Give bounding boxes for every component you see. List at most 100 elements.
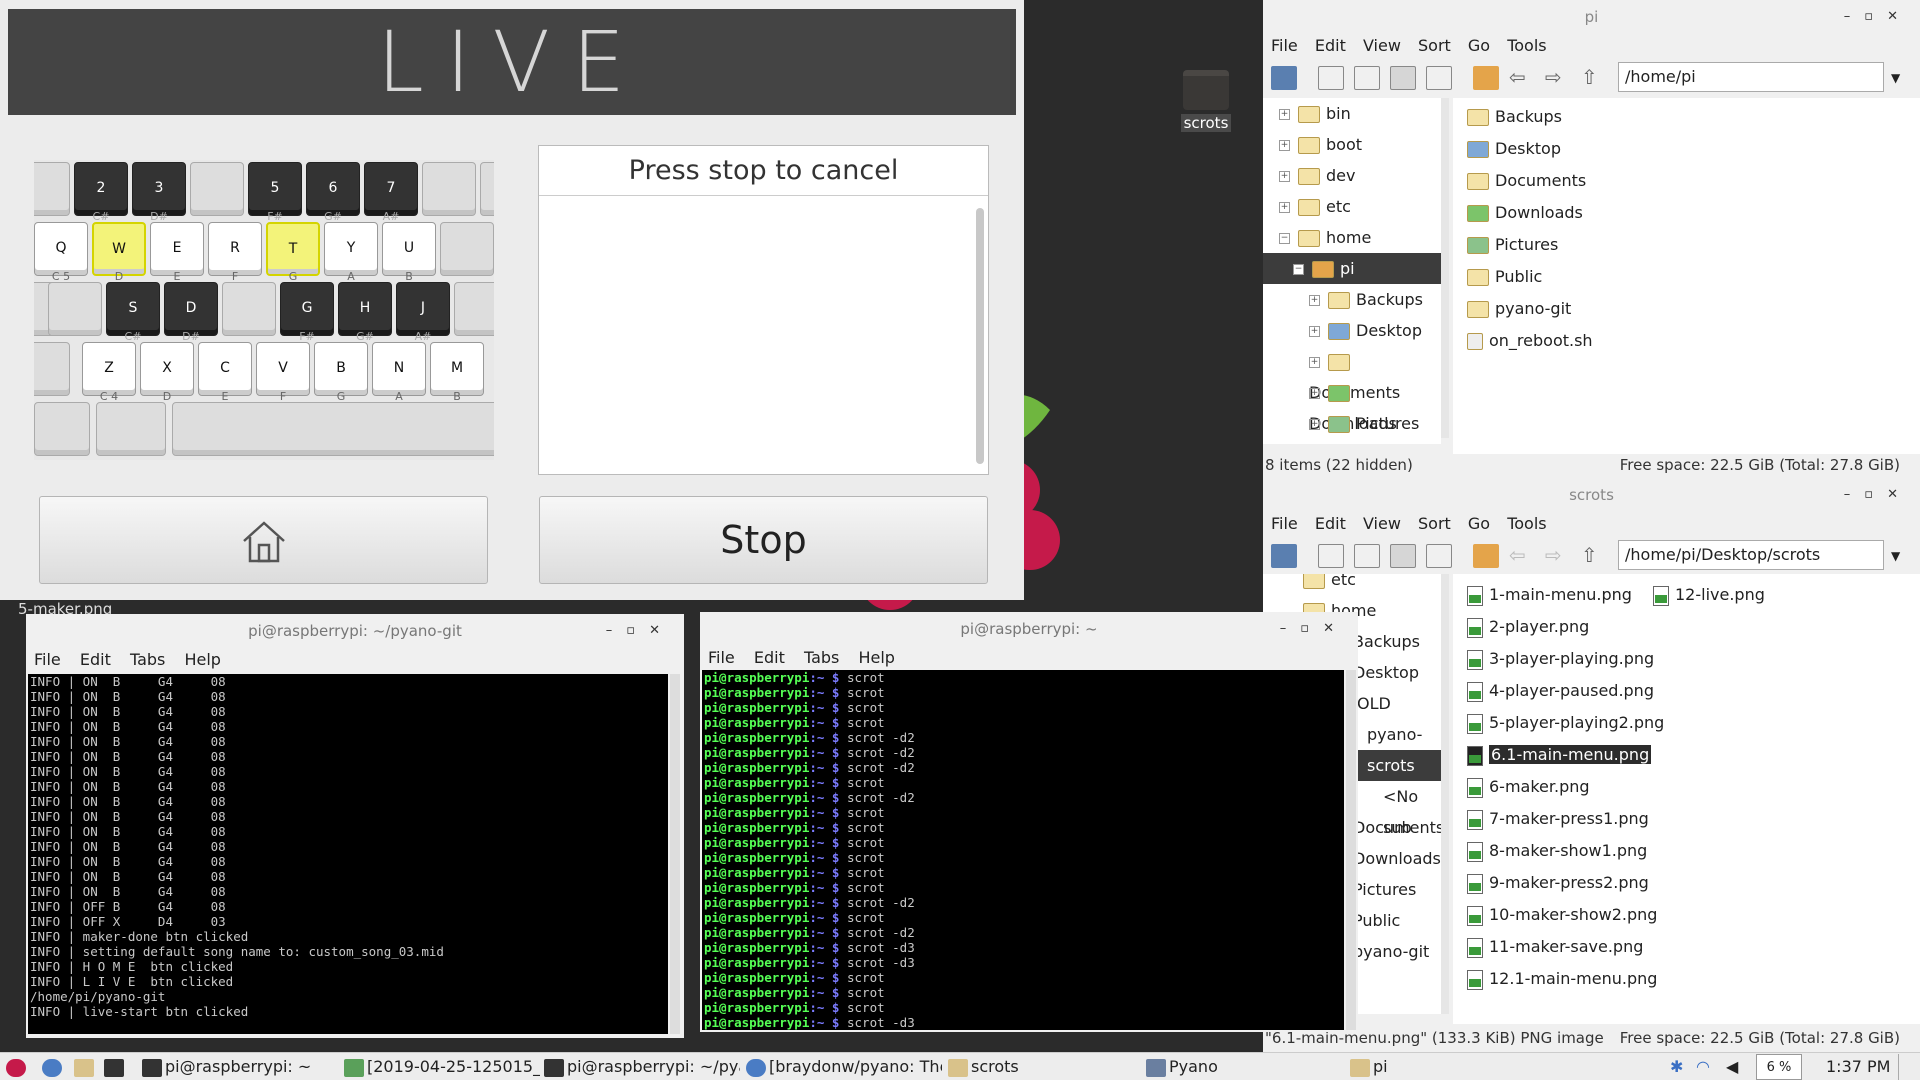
- task-scrots-folder[interactable]: scrots: [948, 1054, 1138, 1080]
- tree-item[interactable]: etc: [1263, 574, 1441, 595]
- volume-icon[interactable]: ◀: [1726, 1054, 1746, 1080]
- icon-view-icon[interactable]: [1318, 66, 1344, 90]
- forward-icon[interactable]: ⇨: [1545, 544, 1571, 568]
- menu-tools[interactable]: Tools: [1507, 36, 1546, 55]
- tree-item-selected[interactable]: − pi: [1263, 253, 1441, 284]
- tree-item[interactable]: + Pictures: [1263, 408, 1441, 439]
- menu-go[interactable]: Go: [1468, 36, 1490, 55]
- list-item[interactable]: on_reboot.sh: [1467, 328, 1593, 354]
- menu-tools[interactable]: Tools: [1507, 514, 1546, 533]
- tree-item[interactable]: + boot: [1263, 129, 1441, 160]
- tree-item[interactable]: − home: [1263, 222, 1441, 253]
- home-button[interactable]: [39, 496, 488, 584]
- list-item[interactable]: 7-maker-press1.png: [1467, 806, 1649, 832]
- list-item[interactable]: Pictures: [1467, 232, 1558, 258]
- up-icon[interactable]: ⇧: [1581, 66, 1607, 90]
- task-terminal-pyano[interactable]: pi@raspberrypi: ~/pya...: [544, 1054, 740, 1080]
- menu-view[interactable]: View: [1363, 36, 1401, 55]
- menu-edit[interactable]: Edit: [1315, 514, 1346, 533]
- list-item[interactable]: 2-player.png: [1467, 614, 1589, 640]
- tree-item[interactable]: + Backups: [1263, 284, 1441, 315]
- tree-scrollbar[interactable]: [1441, 574, 1449, 1014]
- list-item[interactable]: Downloads: [1467, 200, 1583, 226]
- window-controls[interactable]: –▫✕: [606, 614, 674, 648]
- stop-button[interactable]: Stop: [539, 496, 988, 584]
- tree-item[interactable]: + dev: [1263, 160, 1441, 191]
- tree-item[interactable]: +Downloads: [1263, 377, 1441, 433]
- thumbnail-view-icon[interactable]: [1354, 66, 1380, 90]
- terminal-scrollbar[interactable]: [670, 674, 680, 1034]
- window-controls[interactable]: –▫✕: [1280, 612, 1348, 646]
- tree-item[interactable]: + Desktop: [1263, 315, 1441, 346]
- terminal-output[interactable]: pi@raspberrypi:~ $ scrot pi@raspberrypi:~…: [702, 670, 1344, 1030]
- up-icon[interactable]: ⇧: [1581, 544, 1607, 568]
- menu-file[interactable]: File: [34, 650, 61, 669]
- scrollbar[interactable]: [976, 208, 984, 464]
- terminal-scrollbar[interactable]: [1346, 670, 1356, 1030]
- menu-edit[interactable]: Edit: [754, 648, 785, 667]
- chevron-down-icon[interactable]: ▼: [1891, 544, 1917, 568]
- menu-edit[interactable]: Edit: [80, 650, 111, 669]
- task-pyano[interactable]: Pyano: [1146, 1054, 1346, 1080]
- list-item[interactable]: pyano-git: [1467, 296, 1571, 322]
- list-item[interactable]: Documents: [1467, 168, 1586, 194]
- thumbnail-view-icon[interactable]: [1354, 544, 1380, 568]
- task-pi-folder[interactable]: pi: [1350, 1054, 1550, 1080]
- menu-tabs[interactable]: Tabs: [804, 648, 839, 667]
- home-folder-icon[interactable]: [1473, 66, 1499, 90]
- list-view-icon[interactable]: [1390, 544, 1416, 568]
- list-item[interactable]: 3-player-playing.png: [1467, 646, 1654, 672]
- raspberry-menu-icon[interactable]: [6, 1054, 36, 1080]
- forward-icon[interactable]: ⇨: [1545, 66, 1571, 90]
- list-view-icon[interactable]: [1390, 66, 1416, 90]
- compact-view-icon[interactable]: [1426, 544, 1452, 568]
- browser-icon[interactable]: [42, 1054, 70, 1080]
- task-terminal-home[interactable]: pi@raspberrypi: ~: [142, 1054, 332, 1080]
- menu-view[interactable]: View: [1363, 514, 1401, 533]
- list-item[interactable]: 6-maker.png: [1467, 774, 1590, 800]
- path-input[interactable]: /home/pi/Desktop/scrots: [1618, 540, 1884, 570]
- menu-file[interactable]: File: [708, 648, 735, 667]
- list-item[interactable]: Desktop: [1467, 136, 1561, 162]
- menu-sort[interactable]: Sort: [1418, 36, 1451, 55]
- list-item[interactable]: 5-player-playing2.png: [1467, 710, 1664, 736]
- list-item[interactable]: 12.1-main-menu.png: [1467, 966, 1657, 992]
- task-image-viewer[interactable]: [2019-04-25-125015_1...: [344, 1054, 540, 1080]
- menu-file[interactable]: File: [1271, 514, 1298, 533]
- home-folder-icon[interactable]: [1473, 544, 1499, 568]
- list-item[interactable]: Public: [1467, 264, 1542, 290]
- tree-scrollbar[interactable]: [1441, 98, 1449, 438]
- wifi-icon[interactable]: ◠: [1696, 1054, 1718, 1080]
- list-item[interactable]: Backups: [1467, 104, 1562, 130]
- chevron-down-icon[interactable]: ▼: [1891, 66, 1917, 90]
- back-icon[interactable]: ⇦: [1509, 544, 1535, 568]
- file-manager-icon[interactable]: [74, 1054, 102, 1080]
- menu-tabs[interactable]: Tabs: [130, 650, 165, 669]
- cpu-monitor[interactable]: 6 %: [1756, 1054, 1802, 1080]
- tree-item[interactable]: +Documents: [1263, 346, 1441, 402]
- path-input[interactable]: /home/pi: [1618, 62, 1884, 92]
- list-item[interactable]: 1-main-menu.png: [1467, 582, 1632, 608]
- window-controls[interactable]: –▫✕: [1844, 0, 1912, 34]
- icon-view-icon[interactable]: [1318, 544, 1344, 568]
- menu-help[interactable]: Help: [858, 648, 894, 667]
- menu-file[interactable]: File: [1271, 36, 1298, 55]
- new-window-icon[interactable]: [1271, 544, 1297, 568]
- window-controls[interactable]: –▫✕: [1844, 478, 1912, 512]
- menu-go[interactable]: Go: [1468, 514, 1490, 533]
- list-item[interactable]: 11-maker-save.png: [1467, 934, 1643, 960]
- compact-view-icon[interactable]: [1426, 66, 1452, 90]
- menu-edit[interactable]: Edit: [1315, 36, 1346, 55]
- list-item[interactable]: 9-maker-press2.png: [1467, 870, 1649, 896]
- list-item[interactable]: 4-player-paused.png: [1467, 678, 1654, 704]
- show-desktop-button[interactable]: [1898, 1054, 1912, 1080]
- tree-item[interactable]: + etc: [1263, 191, 1441, 222]
- menu-help[interactable]: Help: [184, 650, 220, 669]
- terminal-icon[interactable]: [104, 1054, 132, 1080]
- list-item[interactable]: 10-maker-show2.png: [1467, 902, 1657, 928]
- clock[interactable]: 1:37 PM: [1826, 1054, 1892, 1080]
- tree-item[interactable]: + bin: [1263, 98, 1441, 129]
- list-item[interactable]: 12-live.png: [1653, 582, 1765, 608]
- menu-sort[interactable]: Sort: [1418, 514, 1451, 533]
- desktop-folder-scrots[interactable]: scrots: [1176, 70, 1236, 132]
